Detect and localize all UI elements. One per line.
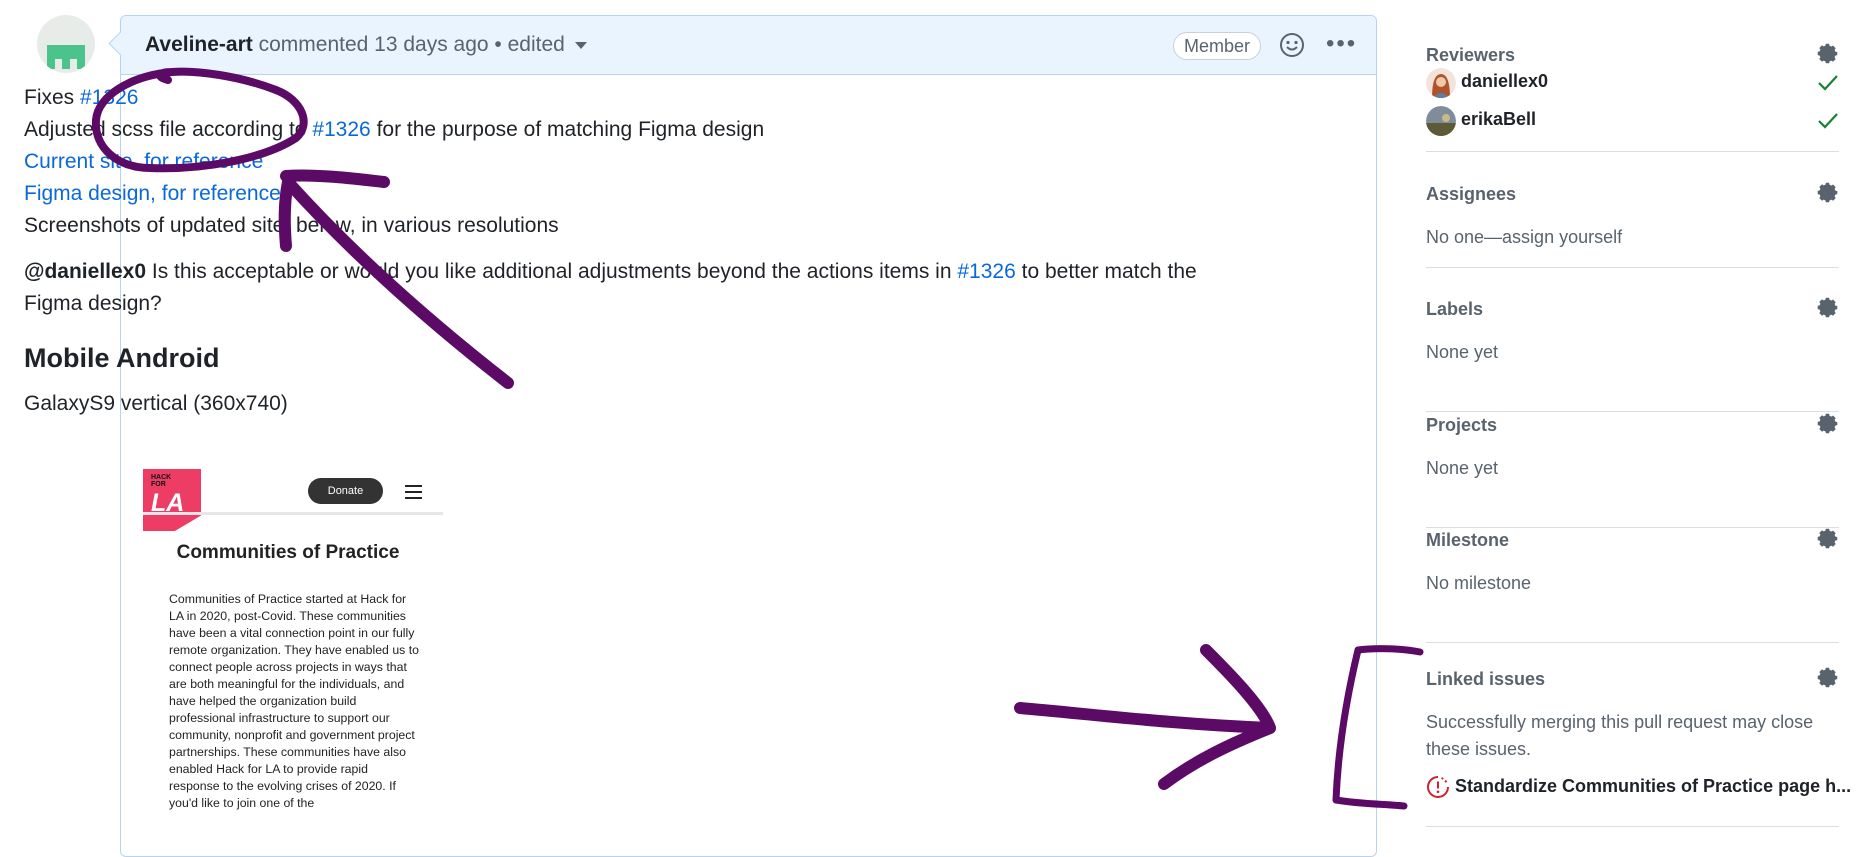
annotation-overlay xyxy=(91,67,1424,810)
annotation-arrow-up xyxy=(278,169,514,389)
annotation-circle xyxy=(91,67,308,173)
annotation-bracket xyxy=(1332,645,1424,810)
annotation-arrow-right xyxy=(1014,644,1276,790)
